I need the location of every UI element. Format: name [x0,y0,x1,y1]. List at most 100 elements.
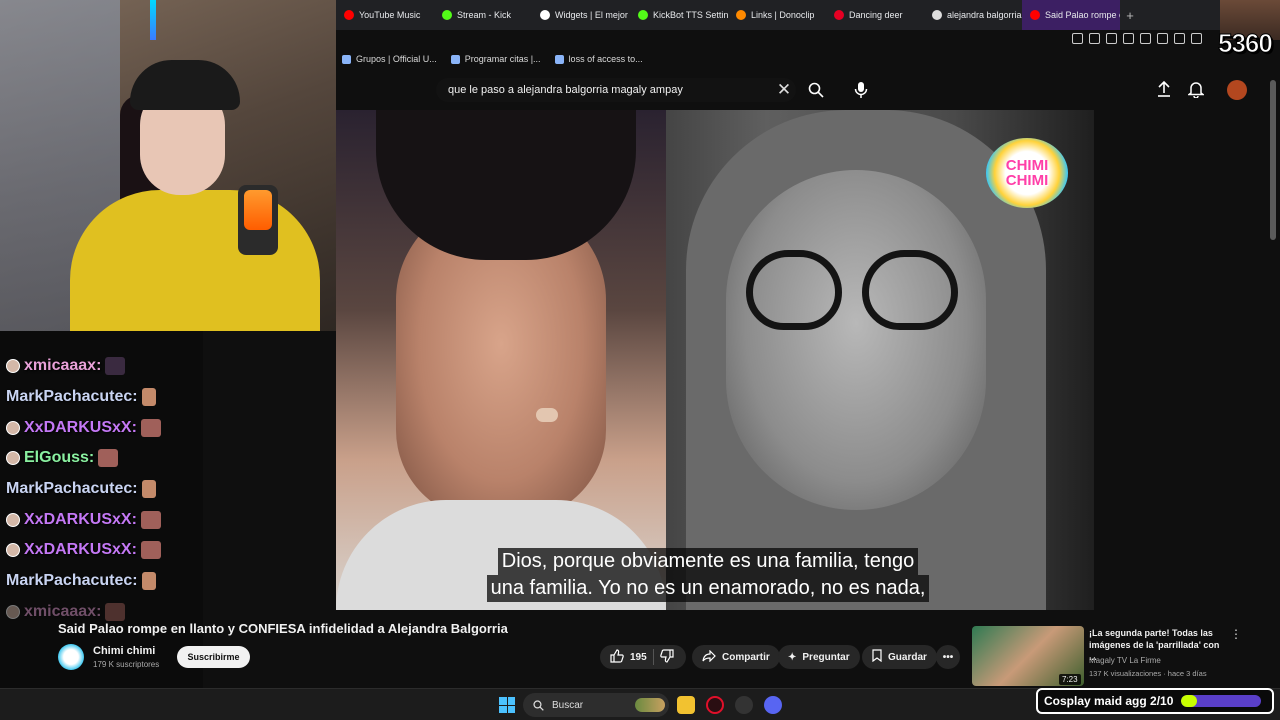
puzzle-icon[interactable] [1157,32,1168,44]
chat-emote-icon [140,541,161,560]
voice-search-icon[interactable] [849,78,873,102]
share-arrow-icon [702,649,716,665]
tab-label: alejandra balgorria [947,10,1022,20]
subscribe-button[interactable]: Suscribirme [177,646,250,668]
recommended-channel-name[interactable]: Magaly TV La Firme [1089,656,1161,665]
taskbar-search-placeholder: Buscar [552,699,584,711]
account-avatar[interactable] [1227,80,1247,100]
chat-username: ElGouss: [24,449,95,467]
chat-emote-icon [105,357,126,376]
subtitle-line: una familia. Yo no es un enamorado, no e… [486,575,930,602]
video-subtitles: Dios, porque obviamente es una familia, … [398,548,1018,602]
chat-emote-icon [141,572,156,591]
chat-message: MarkPachacutec: [6,382,203,413]
chat-message: ElGouss: [6,443,203,474]
file-explorer-icon[interactable] [677,696,695,714]
more-actions-button[interactable]: ••• [936,645,960,669]
bookmarks-bar: Grupos | Official U... Programar citas |.… [336,48,1076,70]
bookmark-item[interactable]: loss of access to... [554,54,643,64]
page-scrollbar[interactable] [1270,80,1276,240]
chat-emote-icon [141,480,156,499]
discord-icon[interactable] [764,696,782,714]
browser-tab[interactable]: Said Palao rompe en llanto [1022,0,1120,30]
bookmark-icon[interactable] [1089,32,1100,44]
like-count[interactable]: 195 [630,652,647,663]
chat-username: MarkPachacutec: [6,572,138,590]
chat-emote-icon [105,602,126,621]
obs-icon[interactable] [735,696,753,714]
search-icon[interactable] [804,78,828,102]
dislike-icon[interactable] [659,648,674,666]
extension-icon[interactable] [1106,32,1117,44]
opera-browser-icon[interactable] [706,696,724,714]
subscriber-count: 179 K suscriptores [93,660,160,669]
share-icon[interactable] [1174,32,1185,44]
more-vertical-icon[interactable]: ⋮ [1230,627,1242,641]
channel-avatar[interactable] [58,644,84,670]
heart-icon[interactable] [1140,32,1151,44]
chat-badge-icon [6,451,20,466]
play-icon[interactable] [1123,32,1134,44]
recommended-video-meta: 137 K visualizaciones · hace 3 días [1089,669,1207,678]
tab-favicon-icon [736,10,746,20]
chat-username: xmicaaax: [24,357,102,375]
browser-tab[interactable]: Stream - Kick [434,0,532,30]
goal-progress-bar [1181,695,1262,707]
chat-username: XxDARKUSxX: [24,418,137,436]
like-icon[interactable] [610,648,624,666]
tab-favicon-icon [344,10,354,20]
search-highlight-image [635,698,665,712]
tab-favicon-icon [1030,10,1040,20]
browser-tab[interactable]: Widgets | El mejor [532,0,630,30]
download-icon[interactable] [1191,32,1202,44]
browser-tab[interactable]: KickBot TTS Settings [630,0,728,30]
pin-icon[interactable] [1072,32,1083,44]
browser-tab[interactable]: Dancing deer [826,0,924,30]
chat-username: XxDARKUSxX: [24,510,137,528]
ask-button[interactable]: ✦ Preguntar [778,645,860,669]
save-label: Guardar [888,651,927,663]
lapel-microphone [536,408,558,422]
chat-username: XxDARKUSxX: [24,541,137,559]
chat-badge-icon [6,359,20,374]
extension-toolbar [1072,30,1222,46]
taskbar-search[interactable]: Buscar [523,693,669,717]
goal-label: Cosplay maid agg 2/10 [1044,694,1174,708]
chat-badge-icon [6,604,20,619]
chat-badge-icon [6,512,20,527]
video-title: Said Palao rompe en llanto y CONFIESA in… [58,621,508,636]
tab-label: Widgets | El mejor [555,10,628,20]
notifications-bell-icon[interactable] [1186,80,1208,100]
new-tab-icon[interactable]: + [1120,8,1140,23]
bookmark-label: Grupos | Official U... [356,54,437,64]
chat-emote-icon [140,510,161,529]
browser-tab[interactable]: alejandra balgorria [924,0,1022,30]
chat-username: MarkPachacutec: [6,388,138,406]
tab-label: YouTube Music [359,10,421,20]
browser-tab-bar: YouTube Music Stream - Kick Widgets | El m… [336,0,1280,30]
video-player[interactable]: CHIMI CHIMI Dios, porque obviamente es u… [336,110,1094,610]
windows-start-icon[interactable] [499,697,515,713]
upload-icon[interactable] [1156,80,1176,100]
chat-message: XxDARKUSxX: [6,412,203,443]
channel-name[interactable]: Chimi chimi [93,645,155,657]
bookmark-item[interactable]: Grupos | Official U... [342,54,437,64]
bookmark-favicon-icon [342,54,351,64]
bookmark-item[interactable]: Programar citas |... [450,54,541,64]
share-button[interactable]: Compartir [692,645,780,669]
screen: xmicaaax: MarkPachacutec: XxDARKUSxX: ElGou… [0,0,1280,720]
search-input[interactable]: que le paso a alejandra balgorria magaly… [436,78,796,102]
chat-message: XxDARKUSxX: [6,535,203,566]
search-icon [533,699,544,711]
subtitle-line: Dios, porque obviamente es una familia, … [497,548,919,575]
webcam-feed [0,0,336,331]
tab-label: Links | Donoclip [751,10,815,20]
tab-favicon-icon [540,10,550,20]
share-label: Compartir [722,651,770,663]
browser-tab[interactable]: Links | Donoclip [728,0,826,30]
browser-tab[interactable]: YouTube Music [336,0,434,30]
clear-search-icon[interactable]: ✕ [774,78,794,102]
video-duration: 7:23 [1059,674,1081,685]
chat-emote-icon [141,388,156,407]
save-button[interactable]: Guardar [862,645,937,669]
